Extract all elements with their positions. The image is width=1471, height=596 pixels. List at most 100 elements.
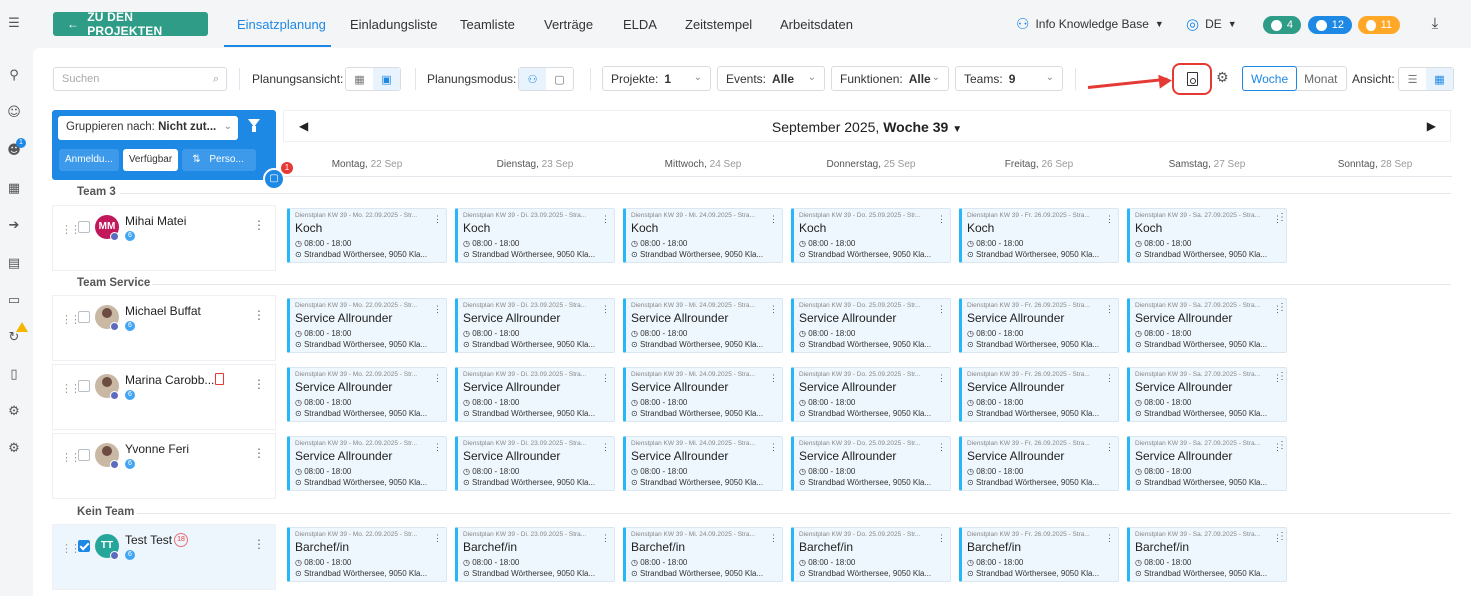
more-options-icon[interactable]: ⋮ — [253, 218, 265, 232]
shift-card[interactable]: Dienstplan KW 39 - Do. 25.09.2025 - Str.… — [791, 208, 951, 263]
person-mode-icon[interactable]: ⚇ — [519, 68, 546, 90]
registration-button[interactable]: Anmeldu... — [59, 149, 119, 171]
projects-filter[interactable]: Projekte: 1 ⌄ — [602, 66, 711, 91]
back-to-projects-button[interactable]: ← ZU DEN PROJEKTEN — [53, 10, 208, 38]
shift-card[interactable]: Dienstplan KW 39 - Sa. 27.09.2025 - Stra… — [1127, 208, 1287, 263]
timers-badge[interactable]: 11 — [1358, 16, 1400, 34]
users-icon[interactable]: ☺ — [6, 105, 22, 121]
shift-options-icon[interactable]: ⋮ — [1105, 442, 1114, 453]
menu-icon[interactable]: ☰ — [6, 16, 22, 32]
person-row[interactable]: ⋮⋮ Yvonne Feri 6 ⋮ — [52, 433, 276, 499]
drag-handle-icon[interactable]: ⋮⋮ — [61, 451, 81, 464]
export-pdf-button[interactable] — [1172, 63, 1212, 95]
table-view-icon[interactable]: ▦ — [1426, 68, 1453, 90]
sunday-options-icon[interactable]: ⋮ — [1277, 531, 1287, 542]
person-name[interactable]: Yvonne Feri — [125, 442, 189, 456]
tab-vertraege[interactable]: Verträge — [544, 17, 593, 32]
pdf-icon[interactable] — [215, 373, 224, 385]
shift-options-icon[interactable]: ⋮ — [601, 373, 610, 384]
group-by-select[interactable]: Gruppieren nach: Nicht zut... ⌄ — [58, 116, 238, 140]
shift-card[interactable]: Dienstplan KW 39 - Di. 23.09.2025 - Stra… — [455, 527, 615, 582]
shift-card[interactable]: Dienstplan KW 39 - Di. 23.09.2025 - Stra… — [455, 298, 615, 353]
person-name[interactable]: Marina Carobb... — [125, 373, 214, 387]
teams-filter[interactable]: Teams: 9 ⌄ — [955, 66, 1063, 91]
shift-options-icon[interactable]: ⋮ — [937, 304, 946, 315]
shift-options-icon[interactable]: ⋮ — [433, 442, 442, 453]
drag-handle-icon[interactable]: ⋮⋮ — [61, 223, 81, 236]
shift-options-icon[interactable]: ⋮ — [937, 533, 946, 544]
more-options-icon[interactable]: ⋮ — [253, 308, 265, 322]
shift-card[interactable]: Dienstplan KW 39 - Fr. 26.09.2025 - Stra… — [959, 367, 1119, 422]
person-checkbox[interactable] — [78, 449, 90, 461]
settings-gear-icon[interactable]: ⚙ — [1216, 70, 1229, 86]
shift-card[interactable]: Dienstplan KW 39 - Mo. 22.09.2025 - Str.… — [287, 298, 447, 353]
shift-card[interactable]: Dienstplan KW 39 - Mi. 24.09.2025 - Stra… — [623, 208, 783, 263]
tab-einladungsliste[interactable]: Einladungsliste — [350, 17, 437, 32]
available-button[interactable]: Verfügbar — [122, 149, 179, 171]
search-input[interactable]: Suchen ⌕ — [53, 67, 227, 91]
shift-options-icon[interactable]: ⋮ — [937, 373, 946, 384]
login-icon[interactable]: ➔ — [6, 218, 22, 234]
shift-options-icon[interactable]: ⋮ — [1105, 214, 1114, 225]
drag-handle-icon[interactable]: ⋮⋮ — [61, 313, 81, 326]
shift-options-icon[interactable]: ⋮ — [769, 533, 778, 544]
shift-card[interactable]: Dienstplan KW 39 - Fr. 26.09.2025 - Stra… — [959, 436, 1119, 491]
shift-card[interactable]: Dienstplan KW 39 - Mo. 22.09.2025 - Str.… — [287, 367, 447, 422]
shift-options-icon[interactable]: ⋮ — [769, 442, 778, 453]
week-button[interactable]: Woche — [1242, 66, 1298, 91]
shift-card[interactable]: Dienstplan KW 39 - Mo. 22.09.2025 - Str.… — [287, 436, 447, 491]
shift-options-icon[interactable]: ⋮ — [601, 304, 610, 315]
messages-badge[interactable]: 4 — [1263, 16, 1301, 34]
calendar-view-icon[interactable]: ▣ — [373, 68, 400, 90]
shift-card[interactable]: Dienstplan KW 39 - Sa. 27.09.2025 - Stra… — [1127, 367, 1287, 422]
shift-card[interactable]: Dienstplan KW 39 - Di. 23.09.2025 - Stra… — [455, 367, 615, 422]
person-checkbox[interactable] — [78, 380, 90, 392]
person-checkbox[interactable] — [78, 311, 90, 323]
grid-view-icon[interactable]: ▦ — [346, 68, 373, 90]
tab-einsatzplanung[interactable]: Einsatzplanung — [237, 17, 326, 32]
tab-zeitstempel[interactable]: Zeitstempel — [685, 17, 752, 32]
more-options-icon[interactable]: ⋮ — [253, 537, 265, 551]
week-title[interactable]: September 2025, Woche 39 ▼ — [284, 119, 1450, 135]
sort-persons-button[interactable]: ⇅ Perso... — [182, 149, 256, 171]
sunday-options-icon[interactable]: ⋮ — [1277, 212, 1287, 223]
shift-card[interactable]: Dienstplan KW 39 - Mi. 24.09.2025 - Stra… — [623, 298, 783, 353]
shift-card[interactable]: Dienstplan KW 39 - Do. 25.09.2025 - Str.… — [791, 298, 951, 353]
shift-card[interactable]: Dienstplan KW 39 - Sa. 27.09.2025 - Stra… — [1127, 298, 1287, 353]
shift-card[interactable]: Dienstplan KW 39 - Mi. 24.09.2025 - Stra… — [623, 367, 783, 422]
tab-teamliste[interactable]: Teamliste — [460, 17, 515, 32]
shift-options-icon[interactable]: ⋮ — [769, 214, 778, 225]
notifications-badge[interactable]: 12 — [1308, 16, 1352, 34]
events-filter[interactable]: Events: Alle ⌄ — [717, 66, 825, 91]
shift-options-icon[interactable]: ⋮ — [601, 214, 610, 225]
building-icon[interactable]: ▤ — [6, 256, 22, 272]
shift-card[interactable]: Dienstplan KW 39 - Do. 25.09.2025 - Str.… — [791, 367, 951, 422]
person-name[interactable]: Test Test — [125, 533, 172, 547]
shift-card[interactable]: Dienstplan KW 39 - Mo. 22.09.2025 - Str.… — [287, 208, 447, 263]
drag-handle-icon[interactable]: ⋮⋮ — [61, 542, 81, 555]
shift-options-icon[interactable]: ⋮ — [433, 214, 442, 225]
shift-options-icon[interactable]: ⋮ — [601, 442, 610, 453]
shift-mode-icon[interactable]: ▢ — [546, 68, 573, 90]
shift-card[interactable]: Dienstplan KW 39 - Mi. 24.09.2025 - Stra… — [623, 527, 783, 582]
more-options-icon[interactable]: ⋮ — [253, 377, 265, 391]
tab-arbeitsdaten[interactable]: Arbeitsdaten — [780, 17, 853, 32]
shift-card[interactable]: Dienstplan KW 39 - Di. 23.09.2025 - Stra… — [455, 436, 615, 491]
person-checkbox[interactable] — [78, 540, 90, 552]
shift-options-icon[interactable]: ⋮ — [937, 442, 946, 453]
shift-card[interactable]: Dienstplan KW 39 - Fr. 26.09.2025 - Stra… — [959, 527, 1119, 582]
shift-options-icon[interactable]: ⋮ — [601, 533, 610, 544]
org-chart-icon[interactable]: ⚲ — [6, 68, 22, 84]
tab-elda[interactable]: ELDA — [623, 17, 657, 32]
list-view-icon[interactable]: ☰ — [1399, 68, 1426, 90]
calendar-icon[interactable]: ▦ — [6, 181, 22, 197]
shift-card[interactable]: Dienstplan KW 39 - Do. 25.09.2025 - Str.… — [791, 436, 951, 491]
shift-options-icon[interactable]: ⋮ — [769, 304, 778, 315]
sunday-options-icon[interactable]: ⋮ — [1277, 440, 1287, 451]
person-row[interactable]: ⋮⋮ Michael Buffat 6 ⋮ — [52, 295, 276, 361]
shift-options-icon[interactable]: ⋮ — [1105, 533, 1114, 544]
next-week-icon[interactable]: ▶ — [1427, 119, 1436, 133]
shift-options-icon[interactable]: ⋮ — [433, 533, 442, 544]
person-row[interactable]: ⋮⋮ TT Test Test 6 18 ⋮ — [52, 524, 276, 590]
sunday-options-icon[interactable]: ⋮ — [1277, 371, 1287, 382]
